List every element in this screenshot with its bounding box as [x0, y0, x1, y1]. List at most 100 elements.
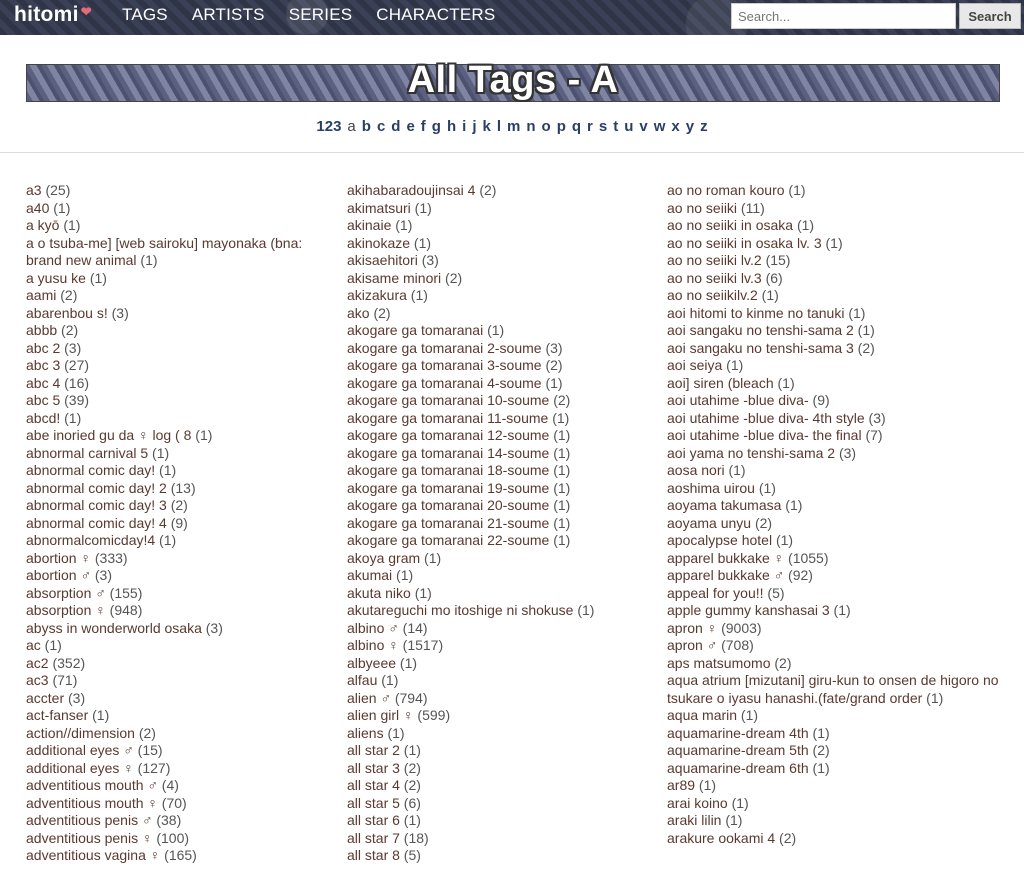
tag-link[interactable]: abnormal comic day!: [26, 462, 155, 478]
tag-link[interactable]: additional eyes ♀: [26, 760, 134, 776]
tag-link[interactable]: aoi sangaku no tenshi-sama 3: [667, 340, 854, 356]
tag-link[interactable]: additional eyes ♂: [26, 742, 134, 758]
tag-link[interactable]: ao no seiiki in osaka lv. 3: [667, 235, 822, 251]
tag-link[interactable]: apparel bukkake ♀: [667, 550, 784, 566]
tag-link[interactable]: a kyō: [26, 217, 59, 233]
alphabet-link-l[interactable]: l: [497, 118, 501, 135]
alphabet-link-y[interactable]: y: [686, 118, 694, 135]
tag-link[interactable]: all star 7: [347, 830, 400, 846]
tag-link[interactable]: ao no seiikilv.2: [667, 287, 758, 303]
tag-link[interactable]: aquamarine-dream 6th: [667, 760, 809, 776]
tag-link[interactable]: a o tsuba-me] [web sairoku] mayonaka (bn…: [26, 235, 302, 251]
tag-link[interactable]: akogare ga tomaranai 22-soume: [347, 532, 549, 548]
tag-link[interactable]: ao no seiiki lv.3: [667, 270, 762, 286]
alphabet-link-m[interactable]: m: [507, 118, 520, 135]
tag-link[interactable]: aosa nori: [667, 462, 725, 478]
alphabet-link-i[interactable]: i: [462, 118, 466, 135]
tag-link[interactable]: all star 3: [347, 760, 400, 776]
tag-link[interactable]: akimatsuri: [347, 200, 411, 216]
alphabet-link-u[interactable]: u: [624, 118, 633, 135]
alphabet-link-e[interactable]: e: [406, 118, 414, 135]
nav-characters[interactable]: CHARACTERS: [376, 5, 495, 25]
tag-link[interactable]: akumai: [347, 567, 392, 583]
tag-link[interactable]: abnormalcomicday!4: [26, 532, 155, 548]
alphabet-link-c[interactable]: c: [377, 118, 385, 135]
alphabet-link-d[interactable]: d: [391, 118, 400, 135]
tag-link[interactable]: aami: [26, 287, 56, 303]
tag-link[interactable]: aoi yama no tenshi-sama 2: [667, 445, 835, 461]
tag-link[interactable]: abnormal comic day! 2: [26, 480, 167, 496]
alphabet-link-a[interactable]: a: [347, 118, 355, 135]
tag-link[interactable]: aoi utahime -blue diva- 4th style: [667, 410, 865, 426]
tag-link[interactable]: albino ♀: [347, 637, 399, 653]
tag-link[interactable]: appeal for you!!: [667, 585, 764, 601]
tag-link[interactable]: abbb: [26, 322, 57, 338]
tag-link[interactable]: akogare ga tomaranai 11-soume: [347, 410, 548, 426]
tag-link[interactable]: abc 5: [26, 392, 60, 408]
tag-link[interactable]: apple gummy kanshasai 3: [667, 602, 830, 618]
alphabet-link-h[interactable]: h: [447, 118, 456, 135]
tag-link[interactable]: accter: [26, 690, 64, 706]
tag-link[interactable]: akogare ga tomaranai: [347, 322, 483, 338]
alphabet-link-123[interactable]: 123: [316, 118, 341, 135]
tag-link[interactable]: aquamarine-dream 4th: [667, 725, 809, 741]
alphabet-link-n[interactable]: n: [526, 118, 535, 135]
alphabet-link-b[interactable]: b: [362, 118, 371, 135]
search-button[interactable]: Search: [959, 3, 1021, 29]
tag-link[interactable]: aoi utahime -blue diva-: [667, 392, 809, 408]
alphabet-link-r[interactable]: r: [587, 118, 593, 135]
tag-link[interactable]: akinokaze: [347, 235, 410, 251]
tag-link[interactable]: abc 2: [26, 340, 60, 356]
tag-link[interactable]: adventitious mouth ♀: [26, 795, 158, 811]
tag-link[interactable]: act-fanser: [26, 707, 88, 723]
nav-tags[interactable]: TAGS: [122, 5, 168, 25]
tag-link[interactable]: akisaehitori: [347, 252, 418, 268]
alphabet-link-x[interactable]: x: [671, 118, 679, 135]
tag-link[interactable]: aoyama unyu: [667, 515, 751, 531]
tag-link[interactable]: apron ♀: [667, 620, 717, 636]
tag-link[interactable]: abnormal comic day! 4: [26, 515, 167, 531]
tag-link[interactable]: all star 6: [347, 812, 400, 828]
tag-link[interactable]: adventitious mouth ♂: [26, 777, 158, 793]
tag-link[interactable]: all star 2: [347, 742, 400, 758]
tag-link[interactable]: akihabaradoujinsai 4: [347, 182, 475, 198]
tag-link[interactable]: alfau: [347, 672, 377, 688]
tag-link[interactable]: all star 4: [347, 777, 400, 793]
tag-link[interactable]: alien ♂: [347, 690, 391, 706]
tag-link[interactable]: abarenbou s!: [26, 305, 108, 321]
alphabet-link-o[interactable]: o: [542, 118, 551, 135]
alphabet-link-s[interactable]: s: [599, 118, 607, 135]
tag-link[interactable]: aliens: [347, 725, 384, 741]
tag-link[interactable]: abortion ♂: [26, 567, 91, 583]
alphabet-link-v[interactable]: v: [639, 118, 647, 135]
alphabet-link-p[interactable]: p: [557, 118, 566, 135]
tag-link[interactable]: akoya gram: [347, 550, 420, 566]
tag-link[interactable]: ac2: [26, 655, 49, 671]
tag-link[interactable]: akogare ga tomaranai 21-soume: [347, 515, 549, 531]
tag-link[interactable]: akogare ga tomaranai 20-soume: [347, 497, 549, 513]
alphabet-link-k[interactable]: k: [482, 118, 490, 135]
tag-link[interactable]: aps matsumomo: [667, 655, 770, 671]
tag-link[interactable]: aoi hitomi to kinme no tanuki: [667, 305, 844, 321]
tag-link[interactable]: a40: [26, 200, 49, 216]
alphabet-link-j[interactable]: j: [472, 118, 476, 135]
tag-link[interactable]: araki lilin: [667, 812, 721, 828]
tag-link[interactable]: ac3: [26, 672, 49, 688]
alphabet-link-w[interactable]: w: [654, 118, 666, 135]
tag-link[interactable]: aquamarine-dream 5th: [667, 742, 809, 758]
tag-link[interactable]: adventitious vagina ♀: [26, 847, 160, 863]
tag-link[interactable]: aoyama takumasa: [667, 497, 781, 513]
tag-link[interactable]: absorption ♀: [26, 602, 106, 618]
tag-link[interactable]: adventitious penis ♂: [26, 812, 152, 828]
alphabet-link-f[interactable]: f: [421, 118, 426, 135]
nav-series[interactable]: SERIES: [289, 5, 353, 25]
tag-link[interactable]: action//dimension: [26, 725, 135, 741]
tag-link[interactable]: ac: [26, 637, 41, 653]
tag-link[interactable]: aoi sangaku no tenshi-sama 2: [667, 322, 854, 338]
tag-link[interactable]: ao no roman kouro: [667, 182, 785, 198]
tag-link[interactable]: absorption ♂: [26, 585, 106, 601]
tag-link[interactable]: ako: [347, 305, 370, 321]
alphabet-link-t[interactable]: t: [613, 118, 618, 135]
tag-link[interactable]: abc 3: [26, 357, 60, 373]
tag-link[interactable]: akogare ga tomaranai 2-soume: [347, 340, 542, 356]
